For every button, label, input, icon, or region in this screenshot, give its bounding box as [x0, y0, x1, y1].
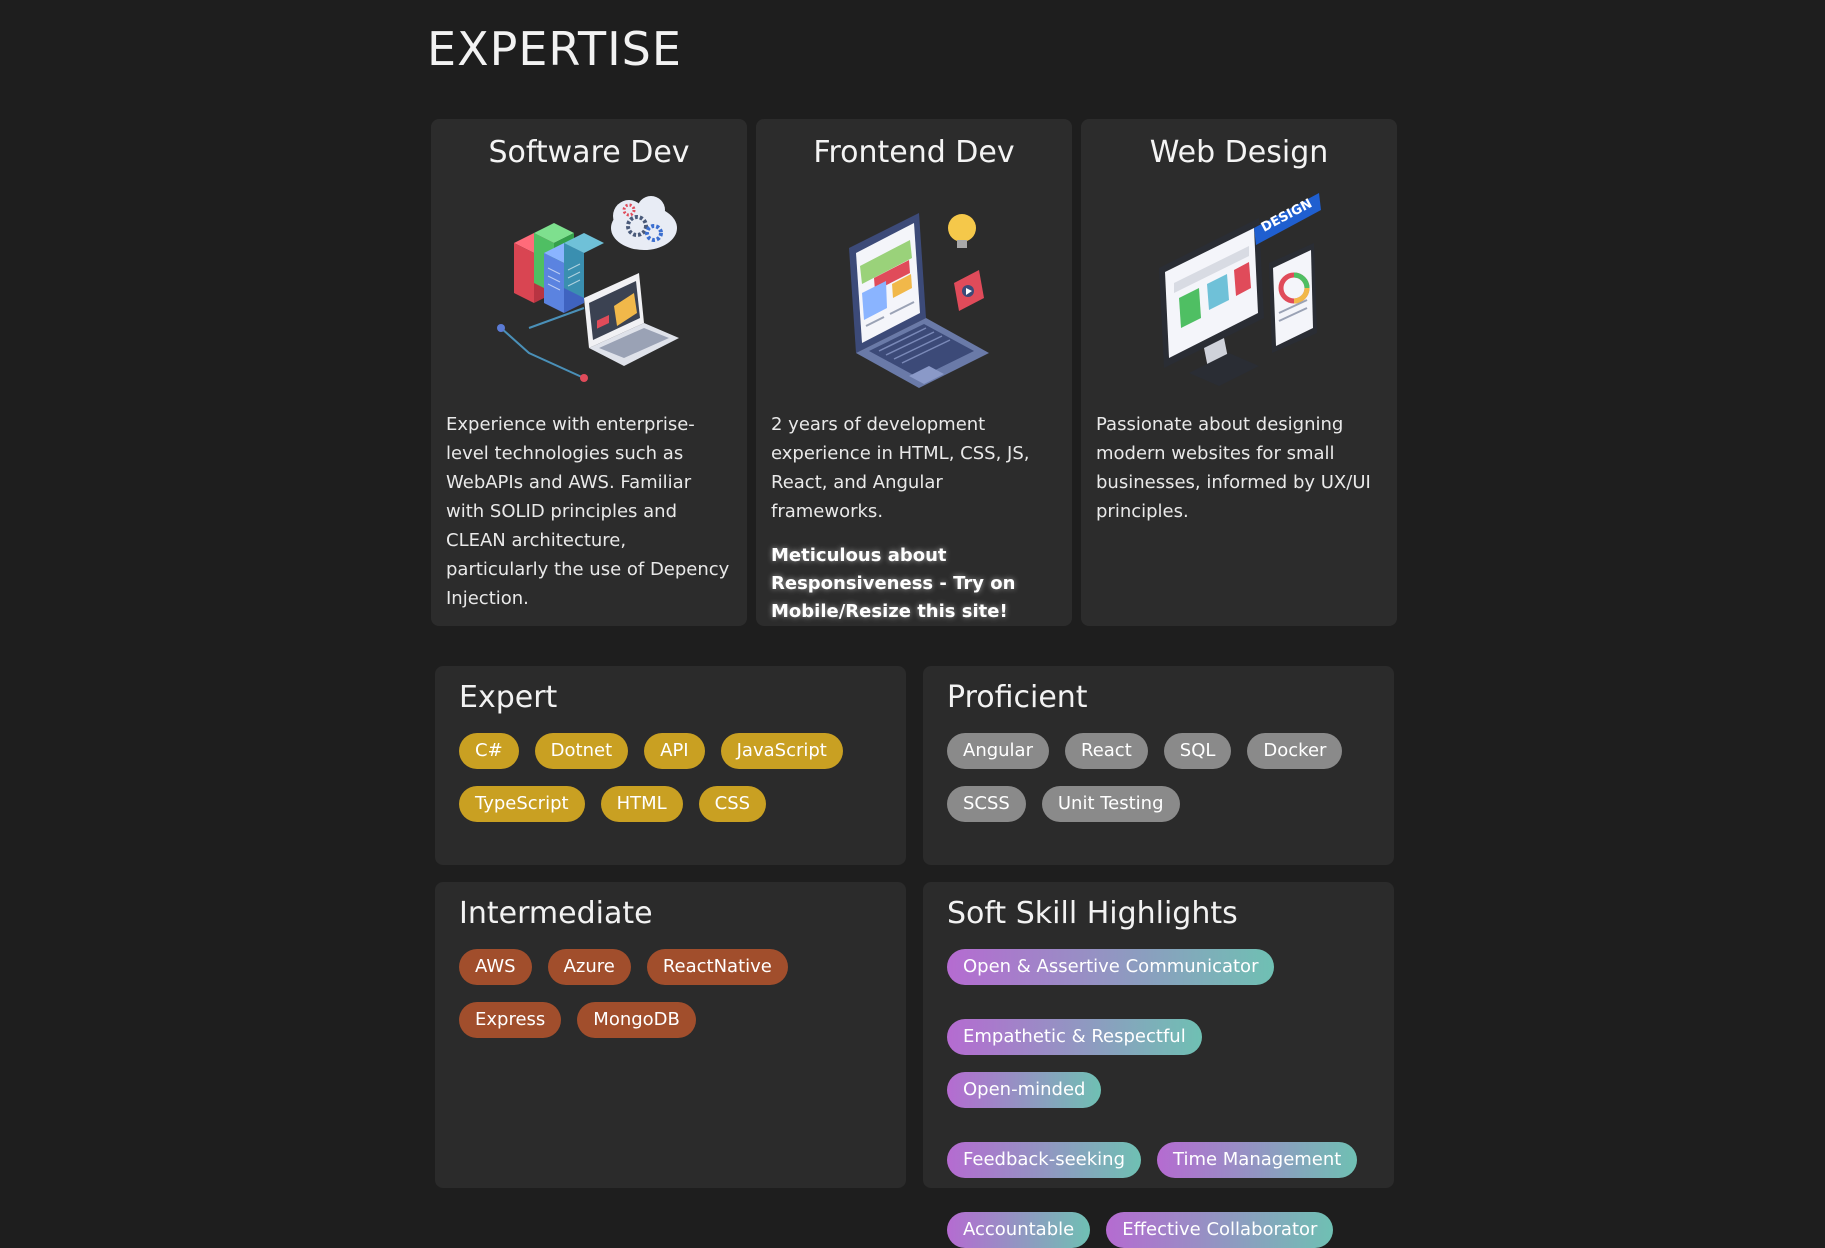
skill-chip: Angular	[947, 733, 1049, 769]
skill-chip: MongoDB	[577, 1002, 696, 1038]
skill-chip: HTML	[600, 786, 683, 822]
skill-chip: C#	[459, 733, 519, 769]
skill-chip: Dotnet	[534, 733, 629, 769]
card-description: 2 years of development experience in HTM…	[771, 414, 1030, 522]
card-title: Frontend Dev	[813, 135, 1015, 170]
chip-list: Angular React SQL Docker SCSS Unit Testi…	[947, 733, 1370, 822]
card-title: Web Design	[1149, 135, 1329, 170]
soft-skill-chip: Time Management	[1157, 1142, 1358, 1178]
skill-chip: AWS	[459, 949, 532, 985]
panel-title: Expert	[459, 680, 558, 715]
panel-title: Proficient	[947, 680, 1088, 715]
skill-chip: Docker	[1247, 733, 1343, 769]
server-cloud-laptop-illustration	[497, 196, 679, 382]
soft-skill-chip: Empathetic & Respectful	[947, 1019, 1202, 1055]
skill-chip: API	[644, 733, 705, 769]
panel-intermediate: Intermediate AWS Azure ReactNative Expre…	[435, 882, 906, 1188]
panel-soft-skills: Soft Skill Highlights Open & Assertive C…	[923, 882, 1394, 1248]
skill-chip: SCSS	[947, 786, 1026, 822]
soft-skill-chip: Open & Assertive Communicator	[947, 949, 1275, 985]
chip-list: Open & Assertive Communicator Empathetic…	[947, 949, 1370, 1248]
skill-chip: React	[1065, 733, 1148, 769]
skill-chip: JavaScript	[720, 733, 843, 769]
card-software-dev: Software Dev Experience with enterprise-…	[431, 119, 747, 626]
design-monitor-illustration: DESIGN	[1159, 193, 1321, 386]
panel-title: Soft Skill Highlights	[947, 896, 1238, 931]
card-highlight: Meticulous about Responsiveness - Try on…	[771, 545, 1016, 622]
panel-proficient: Proficient Angular React SQL Docker SCSS…	[923, 666, 1394, 865]
card-web-design: Web Design DESIGN Passionate about desig	[1081, 119, 1397, 626]
skill-chip: TypeScript	[459, 786, 585, 822]
laptop-web-illustration	[849, 213, 989, 388]
card-description: Experience with enterprise-level technol…	[446, 414, 730, 609]
skill-chip: Unit Testing	[1041, 786, 1180, 822]
panel-expert: Expert C# Dotnet API JavaScript TypeScri…	[435, 666, 906, 865]
skill-chip: Express	[459, 1002, 562, 1038]
chip-list: AWS Azure ReactNative Express MongoDB	[459, 949, 882, 1038]
chip-list: C# Dotnet API JavaScript TypeScript HTML…	[459, 733, 882, 822]
skill-chip: ReactNative	[646, 949, 788, 985]
skill-chip: Azure	[547, 949, 631, 985]
card-description: Passionate about designing modern websit…	[1096, 414, 1371, 522]
card-frontend-dev: Frontend Dev 2 years of development expe…	[756, 119, 1072, 626]
page-title: EXPERTISE	[427, 22, 682, 76]
panel-title: Intermediate	[459, 896, 653, 931]
expertise-cards: Software Dev Experience with enterprise-…	[431, 119, 1397, 626]
soft-skill-chip: Feedback-seeking	[947, 1142, 1141, 1178]
skill-chip: SQL	[1163, 733, 1232, 769]
soft-skill-chip: Open-minded	[947, 1072, 1102, 1108]
skill-chip: CSS	[698, 786, 767, 822]
soft-skill-chip: Effective Collaborator	[1106, 1212, 1334, 1248]
soft-skill-chip: Accountable	[947, 1212, 1091, 1248]
card-title: Software Dev	[488, 135, 690, 170]
